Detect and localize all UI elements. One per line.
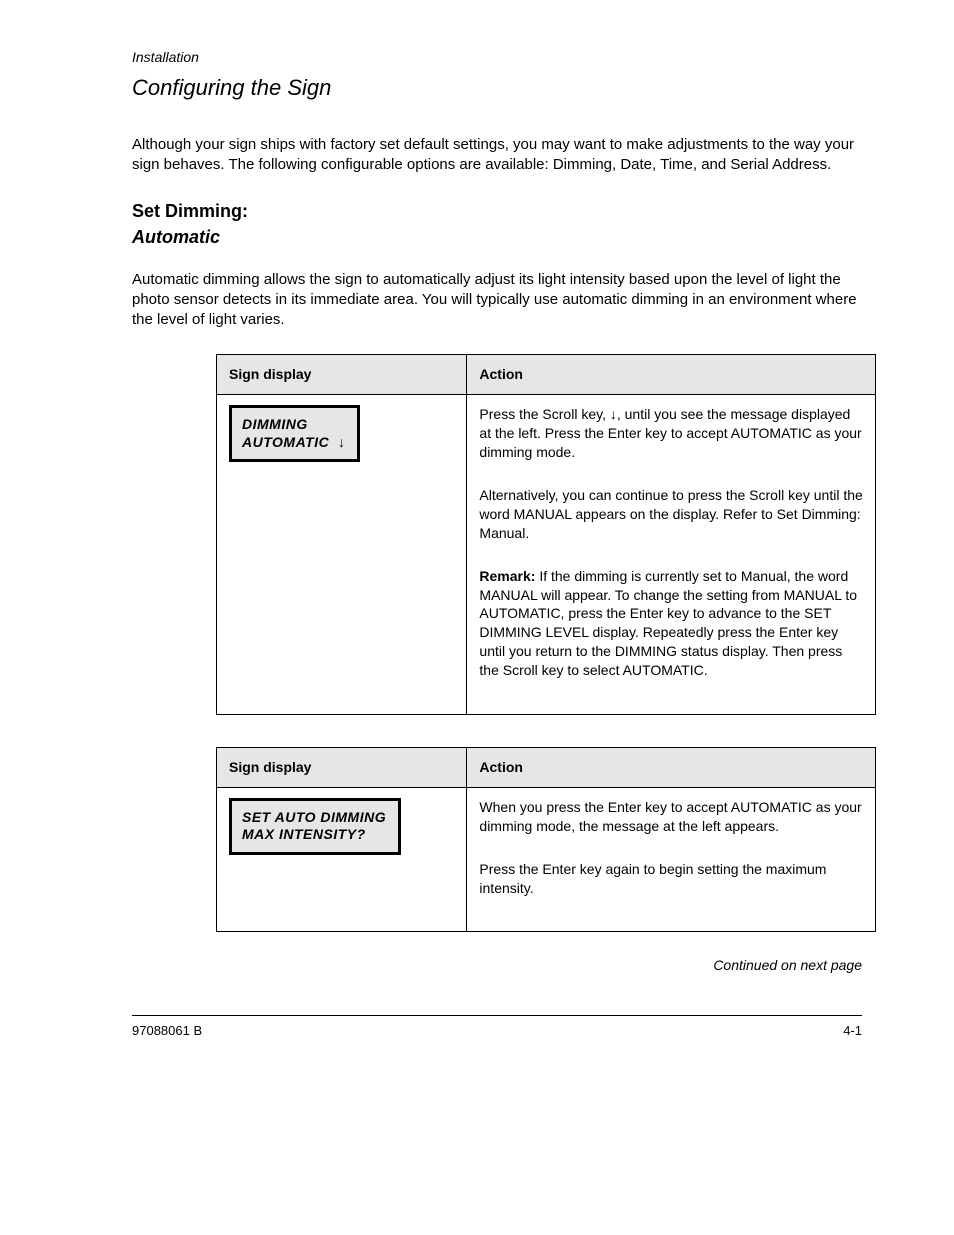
lcd-line-1: SET AUTO DIMMING (242, 809, 386, 825)
page-footer: 97088061 B 4-1 (132, 1015, 862, 1040)
lcd-line-2: AUTOMATIC ↓ (242, 434, 345, 450)
continued-notice: Continued on next page (132, 956, 862, 975)
table-cell-action: Press the Scroll key, , until you see th… (467, 395, 876, 715)
table-cell-action: When you press the Enter key to accept A… (467, 787, 876, 932)
instruction-table-2: Sign display Action SET AUTO DIMMING MAX… (216, 747, 876, 932)
down-arrow-icon (610, 406, 617, 422)
section-eyebrow: Installation (132, 48, 862, 67)
table-header-display: Sign display (217, 355, 467, 395)
table-cell-display: SET AUTO DIMMING MAX INTENSITY? (217, 787, 467, 932)
lcd-line-1: DIMMING (242, 416, 308, 432)
action-step-1: When you press the Enter key to accept A… (479, 798, 863, 836)
remark-label: Remark: (479, 568, 535, 584)
section-heading: Set Dimming: (132, 199, 862, 223)
section-subheading: Automatic (132, 225, 862, 249)
table-header-action: Action (467, 748, 876, 788)
lcd-panel: DIMMING AUTOMATIC ↓ (229, 405, 360, 462)
action-step-1: Press the Scroll key, , until you see th… (479, 405, 863, 462)
intro-paragraph-2: Automatic dimming allows the sign to aut… (132, 270, 862, 331)
action-step-2: Press the Enter key again to begin setti… (479, 860, 863, 898)
footer-page-number: 4-1 (843, 1022, 862, 1040)
action-step-2: Alternatively, you can continue to press… (479, 486, 863, 543)
instruction-table-1: Sign display Action DIMMING AUTOMATIC ↓ … (216, 354, 876, 715)
lcd-panel: SET AUTO DIMMING MAX INTENSITY? (229, 798, 401, 855)
page-title: Configuring the Sign (132, 73, 862, 103)
intro-paragraph-1: Although your sign ships with factory se… (132, 135, 862, 176)
table-header-display: Sign display (217, 748, 467, 788)
table-header-action: Action (467, 355, 876, 395)
table-cell-display: DIMMING AUTOMATIC ↓ (217, 395, 467, 715)
lcd-line-2: MAX INTENSITY? (242, 826, 366, 842)
action-remark: Remark: If the dimming is currently set … (479, 567, 863, 680)
footer-doc-number: 97088061 B (132, 1022, 202, 1040)
